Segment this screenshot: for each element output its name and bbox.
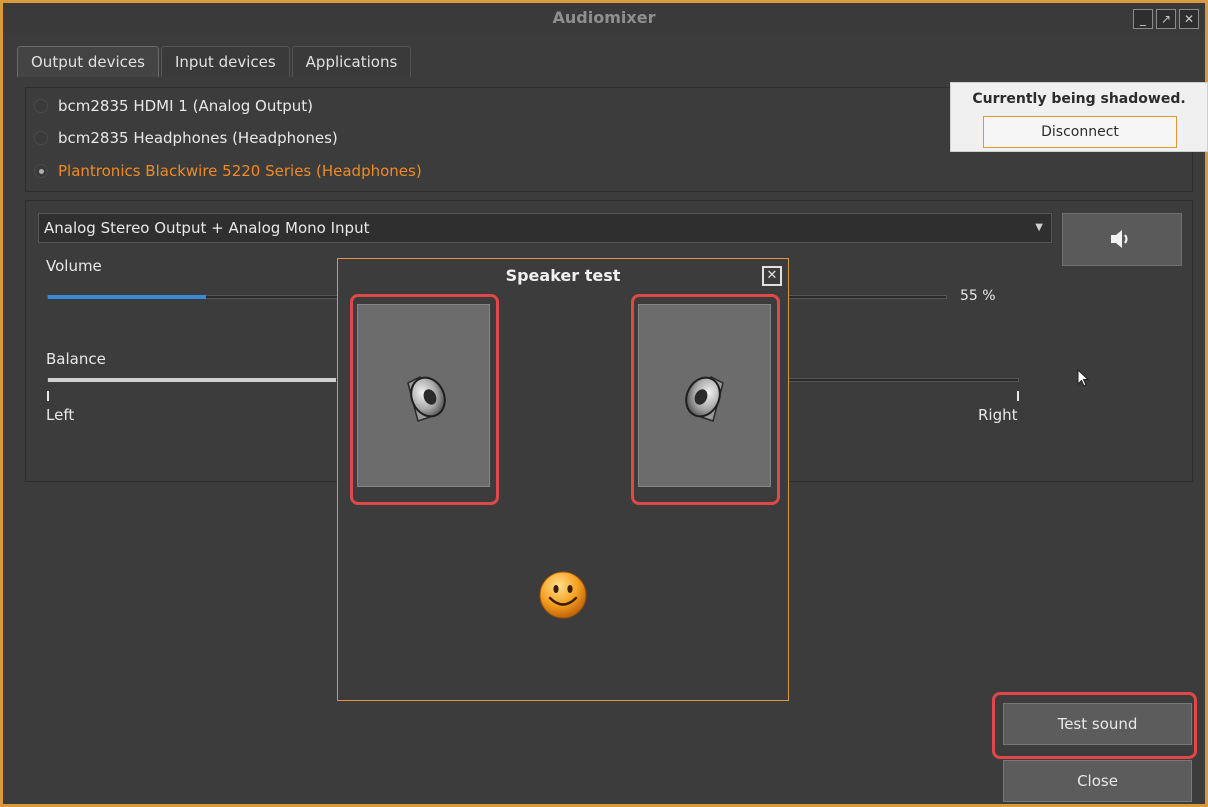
volume-value: 55 % [960, 288, 996, 304]
balance-tick-right [1017, 391, 1019, 401]
volume-label: Volume [46, 257, 102, 275]
radio-button[interactable] [34, 99, 48, 113]
tab-bar: Output devices Input devices Application… [17, 46, 412, 77]
speaker-icon [407, 375, 446, 422]
tab-input-devices[interactable]: Input devices [160, 46, 290, 77]
balance-label: Balance [46, 350, 106, 368]
device-option[interactable]: bcm2835 Headphones (Headphones) [34, 129, 338, 147]
speaker-test-title: Speaker test [505, 266, 621, 285]
titlebar[interactable]: Audiomixer _ ↗ ✕ [3, 3, 1205, 33]
window-controls: _ ↗ ✕ [1133, 9, 1199, 29]
radio-button[interactable] [34, 164, 48, 178]
balance-slider-fill [48, 378, 336, 382]
balance-tick-left [47, 391, 49, 401]
speaker-icon [685, 375, 724, 422]
speaker-volume-icon [1111, 230, 1128, 248]
tab-output-devices[interactable]: Output devices [17, 46, 159, 77]
chevron-down-icon: ▼ [1035, 222, 1043, 233]
right-speaker-button[interactable] [638, 304, 771, 487]
radio-button[interactable] [34, 131, 48, 145]
balance-right-label: Right [978, 406, 1018, 424]
device-label: Plantronics Blackwire 5220 Series (Headp… [58, 162, 422, 180]
mouse-cursor-icon [1077, 369, 1090, 387]
window-title: Audiomixer [552, 8, 656, 27]
tab-applications[interactable]: Applications [291, 46, 412, 77]
close-button[interactable]: Close [1003, 760, 1192, 802]
speaker-test-dialog: Speaker test ✕ [337, 258, 789, 701]
minimize-button[interactable]: _ [1133, 9, 1153, 29]
balance-left-label: Left [46, 406, 75, 424]
left-speaker-button[interactable] [357, 304, 490, 487]
test-sound-button[interactable]: Test sound [1003, 703, 1192, 745]
shadow-notice: Currently being shadowed. Disconnect [950, 82, 1208, 152]
device-label: bcm2835 HDMI 1 (Analog Output) [58, 97, 313, 115]
device-label: bcm2835 Headphones (Headphones) [58, 129, 338, 147]
close-window-button[interactable]: ✕ [1179, 9, 1199, 29]
profile-value: Analog Stereo Output + Analog Mono Input [44, 219, 370, 237]
maximize-button[interactable]: ↗ [1156, 9, 1176, 29]
profile-dropdown[interactable]: Analog Stereo Output + Analog Mono Input… [38, 213, 1052, 243]
volume-slider-fill [48, 295, 207, 299]
device-option-selected[interactable]: Plantronics Blackwire 5220 Series (Headp… [34, 162, 422, 180]
mute-button[interactable] [1062, 213, 1182, 266]
device-option[interactable]: bcm2835 HDMI 1 (Analog Output) [34, 97, 313, 115]
close-icon[interactable]: ✕ [762, 266, 782, 286]
disconnect-button[interactable]: Disconnect [983, 116, 1177, 148]
audiomixer-window: Audiomixer _ ↗ ✕ Output devices Input de… [0, 0, 1208, 807]
smiley-icon [539, 571, 587, 619]
shadow-notice-title: Currently being shadowed. [972, 91, 1186, 107]
